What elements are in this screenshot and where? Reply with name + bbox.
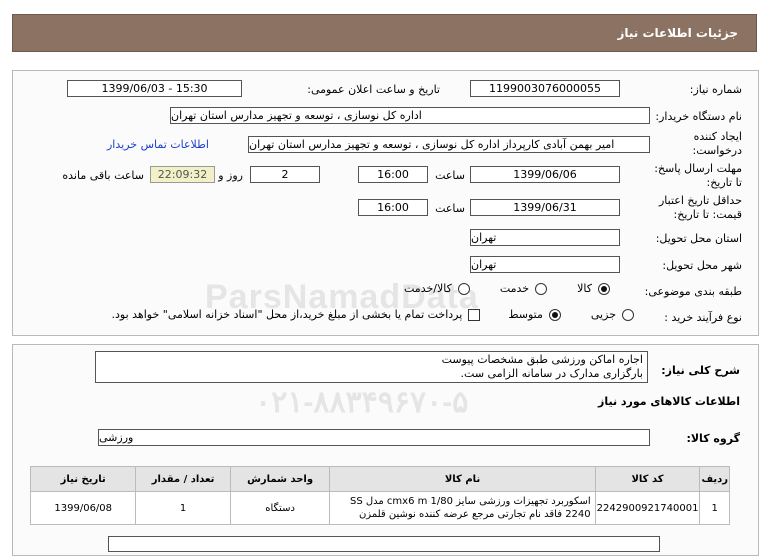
cell-row: 1 [699,491,730,525]
reply-time-label: ساعت [435,169,465,182]
cell-qty: 1 [135,491,231,525]
category-radio-goods-service[interactable] [457,282,470,295]
bottom-box [108,536,660,552]
validity-label: حداقل تاریخ اعتبار قیمت: تا تاریخ: [659,194,742,222]
category-radio-service[interactable] [535,282,548,295]
description-label: شرح کلی نیاز: [661,364,740,377]
process-option-medium: متوسط [508,308,543,321]
province-field: تهران [470,229,620,246]
col-qty: تعداد / مقدار [135,466,231,492]
validity-label-line1: حداقل تاریخ اعتبار [658,194,742,207]
validity-time-field: 16:00 [358,199,428,216]
buyer-label: نام دستگاه خریدار: [655,110,742,123]
validity-time-label: ساعت [435,202,465,215]
announce-field: 1399/06/03 - 15:30 [67,80,242,97]
category-radio-goods[interactable] [598,282,610,295]
days-label: روز و [218,169,243,182]
province-label: استان محل تحویل: [655,232,742,245]
goods-group-field: ورزشی [98,429,650,446]
col-unit: واحد شمارش [229,466,331,492]
buyer-field: اداره کل نوسازی ، توسعه و تجهیز مدارس اس… [170,107,650,124]
creator-field: امیر بهمن آبادی کارپرداز اداره کل نوسازی… [248,136,650,153]
col-code: کد کالا [594,466,701,492]
need-number-label: شماره نیاز: [689,83,742,96]
cell-name: اسکوربرد تجهیزات ورزشی سایز cmx6 m 1/80 … [329,491,596,525]
reply-label-line2: تا تاریخ: [706,176,742,189]
goods-table: ردیف کد کالا نام کالا واحد شمارش تعداد /… [29,466,730,525]
treasury-payment-checkbox[interactable] [468,308,481,321]
remaining-label: ساعت باقی مانده [62,169,144,182]
announce-label: تاریخ و ساعت اعلان عمومی: [307,83,440,96]
goods-group-label: گروه کالا: [686,432,740,445]
days-field: 2 [250,166,320,183]
creator-label-line2: درخواست: [692,144,742,157]
process-label: نوع فرآیند خرید : [664,311,742,324]
page-title: جزئیات اطلاعات نیاز [617,26,738,40]
countdown-timer: 22:09:32 [150,166,215,183]
goods-table-header: ردیف کد کالا نام کالا واحد شمارش تعداد /… [29,466,730,492]
category-option-service: خدمت [499,282,530,295]
cell-unit: دستگاه [229,491,331,525]
category-option-goods: کالا [577,282,592,295]
table-row[interactable]: 1 2242900921740001 اسکوربرد تجهیزات ورزش… [29,491,730,525]
description-box: اجاره اماکن ورزشی طبق مشخصات پیوست بارگز… [95,351,648,383]
page-header: جزئیات اطلاعات نیاز [12,14,757,52]
process-radio-minor[interactable] [622,308,634,321]
goods-section-title: اطلاعات کالاهای مورد نیاز [598,395,740,408]
creator-label-line1: ایجاد کننده [693,130,742,143]
description-line1: اجاره اماکن ورزشی طبق مشخصات پیوست [441,353,643,366]
cell-name-line2: 2240 فاقد نام تجارتی مرجع عرضه کننده نوش… [358,509,591,520]
col-date: تاریخ نیاز [29,466,137,492]
description-line2: بارگزاری مدارک در سامانه الزامی ست. [460,367,643,380]
cell-code: 2242900921740001 [594,491,701,525]
buyer-contact-link[interactable]: اطلاعات تماس خریدار [107,138,209,151]
need-number-field: 1199003076000055 [470,80,620,97]
process-option-minor: جزیی [590,308,616,321]
category-label: طبقه بندی موضوعی: [644,285,742,298]
reply-time-field: 16:00 [358,166,428,183]
reply-label-line1: مهلت ارسال پاسخ: [654,162,742,175]
treasury-payment-note: پرداخت تمام یا بخشی از مبلغ خرید،از محل … [111,308,463,321]
reply-deadline-label: مهلت ارسال پاسخ: تا تاریخ: [654,162,742,190]
validity-date-field: 1399/06/31 [470,199,620,216]
col-row: ردیف [699,466,730,492]
process-radio-medium[interactable] [548,308,561,321]
category-radio-group: کالا خدمت کالا/خدمت [404,282,610,295]
validity-label-line2: قیمت: تا تاریخ: [673,208,742,221]
city-label: شهر محل تحویل: [662,259,742,272]
city-field: تهران [470,256,620,273]
cell-name-line1: اسکوربرد تجهیزات ورزشی سایز cmx6 m 1/80 … [349,496,591,507]
reply-date-field: 1399/06/06 [470,166,620,183]
col-name: نام کالا [329,466,596,492]
process-radio-group: جزیی متوسط پرداخت تمام یا بخشی از مبلغ خ… [112,308,634,321]
category-option-goods-service: کالا/خدمت [404,282,452,295]
creator-label: ایجاد کننده درخواست: [693,130,742,158]
cell-date: 1399/06/08 [29,491,137,525]
